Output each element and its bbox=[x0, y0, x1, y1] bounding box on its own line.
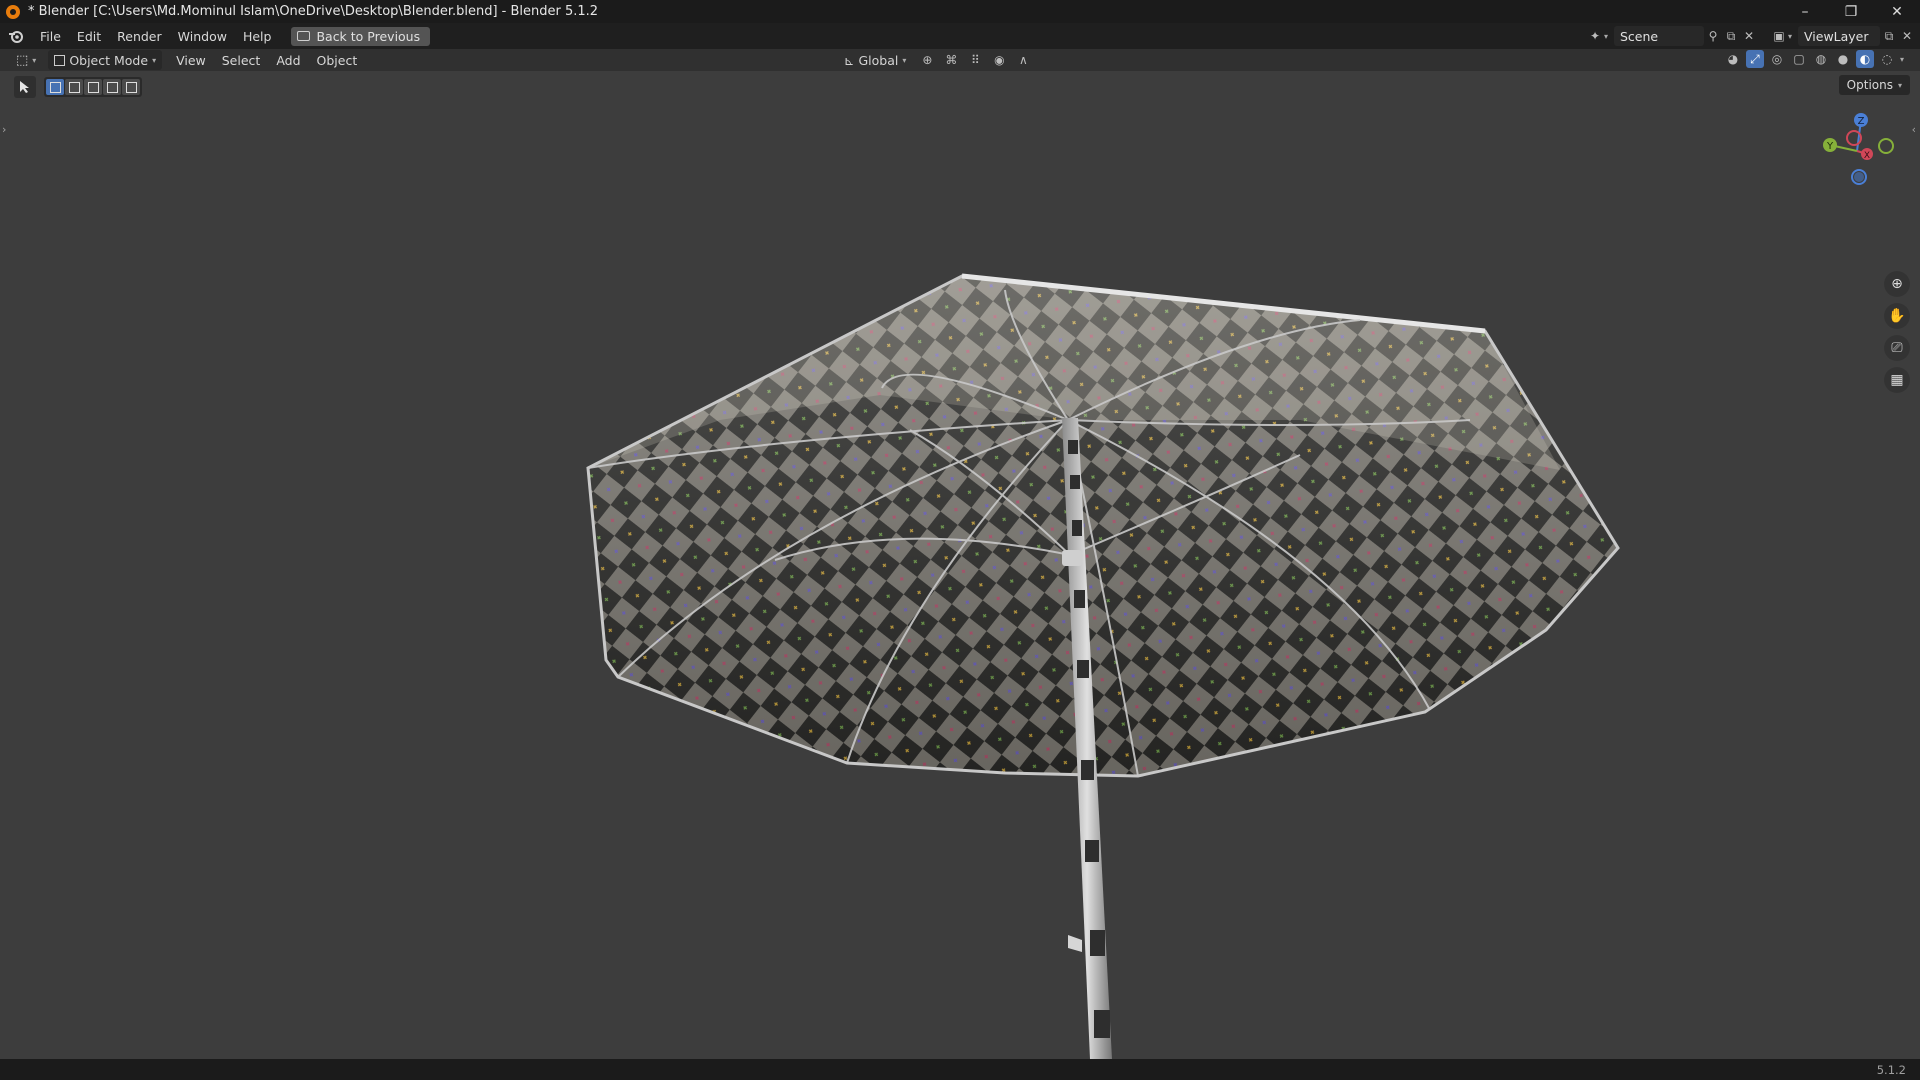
solid-shading-icon[interactable]: ● bbox=[1834, 50, 1852, 68]
tool-settings-row: Options ▾ bbox=[0, 71, 1920, 103]
delete-view-layer-icon[interactable]: ✕ bbox=[1898, 27, 1916, 45]
options-label: Options bbox=[1846, 78, 1893, 92]
scene-name-field[interactable]: Scene bbox=[1613, 26, 1704, 46]
back-to-previous-label: Back to Previous bbox=[316, 28, 421, 44]
view-layer-icon[interactable]: ▣ bbox=[1770, 27, 1788, 45]
window-title: * Blender [C:\Users\Md.Mominul Islam\One… bbox=[28, 4, 599, 19]
window-controls: – ❐ ✕ bbox=[1782, 0, 1920, 23]
object-mode-chevron-icon: ▾ bbox=[152, 55, 157, 65]
close-button[interactable]: ✕ bbox=[1874, 0, 1920, 23]
transform-controls: ⊾ Global ▾ ⊕ ⌘ ⠿ ◉ ∧ bbox=[838, 50, 1032, 70]
delete-scene-icon[interactable]: ✕ bbox=[1740, 27, 1758, 45]
orientation-chevron-icon: ▾ bbox=[902, 55, 907, 65]
version-label: 5.1.2 bbox=[1876, 1062, 1906, 1077]
gizmo-icon[interactable]: ⤢ bbox=[1745, 50, 1764, 68]
select-new-button[interactable] bbox=[46, 79, 64, 95]
object-mode-dropdown[interactable]: Object Mode ▾ bbox=[48, 50, 163, 70]
gizmo-x-label: X bbox=[1864, 151, 1870, 161]
maximize-button[interactable]: ❐ bbox=[1828, 0, 1874, 23]
editor-type-icon: ⬚ bbox=[16, 52, 29, 68]
camera-view-icon[interactable]: ⎚ bbox=[1884, 335, 1910, 361]
rendered-shading-icon[interactable]: ◌ bbox=[1878, 50, 1896, 68]
blender-logo-icon bbox=[6, 4, 20, 19]
status-bar: 5.1.2 bbox=[0, 1059, 1920, 1080]
material-shading-icon[interactable]: ◐ bbox=[1855, 50, 1874, 68]
scene-icon[interactable]: ✦ bbox=[1586, 27, 1604, 45]
select-extend-button[interactable] bbox=[65, 79, 83, 95]
editor-type-dropdown[interactable]: ⬚ ▾ bbox=[10, 50, 42, 70]
viewport-header: ⬚ ▾ Object Mode ▾ View Select Add Object … bbox=[0, 49, 1920, 71]
header-menu-object[interactable]: Object bbox=[309, 53, 366, 68]
title-bar: * Blender [C:\Users\Md.Mominul Islam\One… bbox=[0, 0, 1920, 23]
view-layer-chevron-icon[interactable]: ▾ bbox=[1788, 32, 1792, 41]
menu-help[interactable]: Help bbox=[235, 29, 280, 44]
header-menu-add[interactable]: Add bbox=[268, 53, 308, 68]
3d-viewport[interactable]: › ‹ Z Y X ⊕ ✋ ⎚ ▦ bbox=[0, 71, 1920, 1059]
select-subtract-button[interactable] bbox=[84, 79, 102, 95]
gizmo-z-label: Z bbox=[1858, 116, 1865, 127]
header-menu-view[interactable]: View bbox=[168, 53, 214, 68]
menu-render[interactable]: Render bbox=[109, 29, 170, 44]
object-mode-icon bbox=[54, 54, 66, 66]
falloff-icon[interactable]: ∧ bbox=[1014, 51, 1032, 69]
pin-icon[interactable]: ⚲ bbox=[1704, 27, 1722, 45]
gizmo-neg-z-fill bbox=[1854, 172, 1864, 182]
menu-edit[interactable]: Edit bbox=[69, 29, 109, 44]
orientation-label: Global bbox=[858, 52, 899, 68]
proportional-edit-icon[interactable]: ◉ bbox=[990, 51, 1008, 69]
cursor-arrow-icon bbox=[20, 81, 29, 93]
pivot-point-icon[interactable]: ⊕ bbox=[918, 51, 936, 69]
header-menu-select[interactable]: Select bbox=[214, 53, 269, 68]
options-chevron-icon: ▾ bbox=[1897, 80, 1902, 90]
scene-chevron-icon[interactable]: ▾ bbox=[1604, 32, 1608, 41]
xray-icon[interactable]: ▢ bbox=[1790, 50, 1808, 68]
navigation-gizmo[interactable]: Z Y X bbox=[1812, 111, 1902, 191]
orientation-icon: ⊾ bbox=[844, 52, 855, 68]
menu-file[interactable]: File bbox=[32, 29, 69, 44]
scene-selector-group: ✦ ▾ Scene ⚲ ⧉ ✕ ▣ ▾ ViewLayer ⧉ ✕ bbox=[1586, 23, 1920, 49]
blender-menu-icon[interactable] bbox=[8, 28, 24, 44]
view-layer-field[interactable]: ViewLayer bbox=[1798, 26, 1880, 46]
ortho-grid-icon[interactable]: ▦ bbox=[1884, 367, 1910, 393]
new-view-layer-icon[interactable]: ⧉ bbox=[1880, 27, 1898, 45]
snap-target-icon[interactable]: ⠿ bbox=[966, 51, 984, 69]
new-scene-icon[interactable]: ⧉ bbox=[1722, 27, 1740, 45]
visibility-icon[interactable]: ◕ bbox=[1724, 50, 1742, 68]
shading-chevron-icon[interactable]: ▾ bbox=[1900, 55, 1904, 64]
screen-back-icon bbox=[297, 31, 311, 41]
orientation-dropdown[interactable]: ⊾ Global ▾ bbox=[838, 50, 912, 70]
view-layer-label: ViewLayer bbox=[1804, 28, 1869, 44]
viewport-shading-controls: ◕ ⤢ ◎ ▢ ◍ ● ◐ ◌ ▾ bbox=[1724, 50, 1904, 68]
zoom-icon[interactable]: ⊕ bbox=[1884, 271, 1910, 297]
gizmo-y-label: Y bbox=[1826, 141, 1834, 152]
toolbar-expand-arrow-icon[interactable]: › bbox=[2, 123, 6, 136]
editor-type-chevron-icon: ▾ bbox=[32, 55, 37, 65]
top-menu-bar: File Edit Render Window Help Back to Pre… bbox=[0, 23, 1920, 49]
back-to-previous-button[interactable]: Back to Previous bbox=[291, 26, 431, 46]
overlays-icon[interactable]: ◎ bbox=[1768, 50, 1786, 68]
gizmo-neg-y-axis[interactable] bbox=[1878, 138, 1894, 154]
menu-window[interactable]: Window bbox=[170, 29, 235, 44]
wireframe-shading-icon[interactable]: ◍ bbox=[1812, 50, 1830, 68]
scene-name-label: Scene bbox=[1619, 28, 1659, 44]
selection-mode-group bbox=[44, 77, 142, 97]
sidebar-expand-arrow-icon[interactable]: ‹ bbox=[1912, 123, 1916, 136]
minimize-button[interactable]: – bbox=[1782, 0, 1828, 23]
pan-hand-icon[interactable]: ✋ bbox=[1884, 303, 1910, 329]
object-mode-label: Object Mode bbox=[69, 52, 149, 68]
select-tool-button[interactable] bbox=[14, 76, 36, 98]
select-intersect-button[interactable] bbox=[122, 79, 140, 95]
navigation-tools: ⊕ ✋ ⎚ ▦ bbox=[1884, 271, 1910, 393]
select-invert-button[interactable] bbox=[103, 79, 121, 95]
options-dropdown[interactable]: Options ▾ bbox=[1838, 75, 1910, 95]
umbrella-model bbox=[586, 273, 1620, 1059]
snap-icon[interactable]: ⌘ bbox=[942, 51, 960, 69]
